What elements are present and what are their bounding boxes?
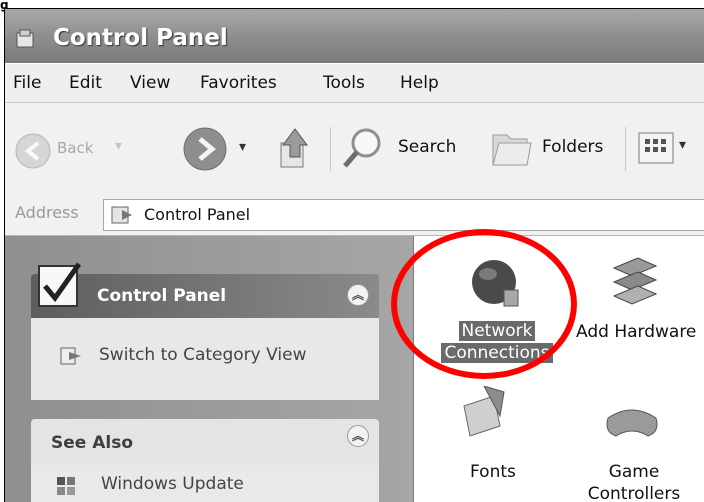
windows-update-icon [57, 477, 75, 495]
up-folder-icon[interactable] [273, 123, 313, 173]
add-hardware-label: Add Hardware [576, 322, 697, 342]
fonts-label: Fonts [470, 462, 516, 482]
fonts-item[interactable]: Fonts [444, 384, 554, 488]
folders-label: Folders [542, 137, 604, 157]
hardware-icon [612, 257, 658, 305]
views-button[interactable]: ▾ [637, 131, 704, 169]
windows-update-link[interactable]: Windows Update [55, 471, 355, 501]
app-folder-icon [16, 29, 34, 48]
forward-button[interactable]: ▾ [175, 125, 265, 175]
control-panel-group-body: Switch to Category View [31, 318, 379, 400]
address-folder-icon [111, 206, 132, 224]
address-field[interactable]: Control Panel [103, 199, 704, 231]
collapse-chevron-icon[interactable]: ︽ [347, 425, 369, 447]
address-label: Address [15, 203, 79, 222]
search-label: Search [398, 137, 457, 157]
add-hardware-item[interactable]: Add Hardware [566, 252, 704, 352]
control-panel-group-title: Control Panel [97, 286, 227, 306]
game-controllers-line2: Controllers [587, 484, 681, 502]
game-controllers-line1: Game [608, 462, 660, 482]
back-dropdown-icon: ▾ [115, 138, 123, 154]
forward-arrow-icon [183, 127, 227, 171]
search-button[interactable]: Search [340, 125, 470, 173]
task-pane: Control Panel ︽ Switch to Category View … [5, 236, 414, 502]
switch-view-icon [60, 347, 81, 365]
explorer-window: Control Panel File Edit View Favorites T… [4, 8, 704, 502]
control-panel-check-icon [38, 262, 82, 307]
views-dropdown-icon: ▾ [679, 137, 687, 153]
switch-view-label: Switch to Category View [99, 345, 307, 365]
title-bar[interactable]: Control Panel [5, 9, 704, 63]
window-title: Control Panel [53, 25, 228, 51]
forward-dropdown-icon: ▾ [239, 139, 247, 155]
toolbar-separator [625, 127, 626, 171]
search-magnifier-icon [343, 128, 381, 168]
back-button[interactable]: Back ▾ [5, 129, 155, 173]
fonts-icon [463, 386, 505, 437]
switch-view-link[interactable]: Switch to Category View [59, 342, 369, 372]
menu-view[interactable]: View [130, 73, 170, 93]
game-controller-icon [606, 409, 658, 437]
windows-update-label: Windows Update [101, 474, 244, 494]
menu-help[interactable]: Help [400, 73, 439, 93]
folders-icon [492, 134, 532, 166]
game-controllers-item[interactable]: Game Controllers [574, 384, 694, 502]
folders-button[interactable]: Folders [483, 125, 613, 173]
menu-favorites[interactable]: Favorites [200, 73, 277, 93]
menu-file[interactable]: File [13, 73, 41, 93]
see-also-group-header[interactable]: See Also ︽ [31, 419, 379, 465]
collapse-chevron-icon[interactable]: ︽ [347, 284, 369, 306]
views-icon [638, 132, 674, 164]
highlight-circle-annotation [391, 229, 577, 379]
address-value: Control Panel [144, 205, 251, 224]
menu-tools[interactable]: Tools [323, 73, 365, 93]
game-controllers-label: Game Controllers [574, 461, 694, 502]
back-arrow-icon [15, 133, 51, 169]
toolbar: Back ▾ ▾ Search Folders ▾ [5, 103, 704, 196]
see-also-title: See Also [51, 433, 134, 453]
back-label: Back [57, 139, 94, 157]
toolbar-separator [330, 127, 331, 171]
address-bar: Address Control Panel [5, 195, 704, 236]
control-panel-group-header[interactable]: Control Panel ︽ [31, 262, 379, 318]
menu-edit[interactable]: Edit [69, 73, 102, 93]
menu-bar: File Edit View Favorites Tools Help [5, 64, 704, 103]
see-also-group-body: Windows Update [31, 465, 379, 502]
